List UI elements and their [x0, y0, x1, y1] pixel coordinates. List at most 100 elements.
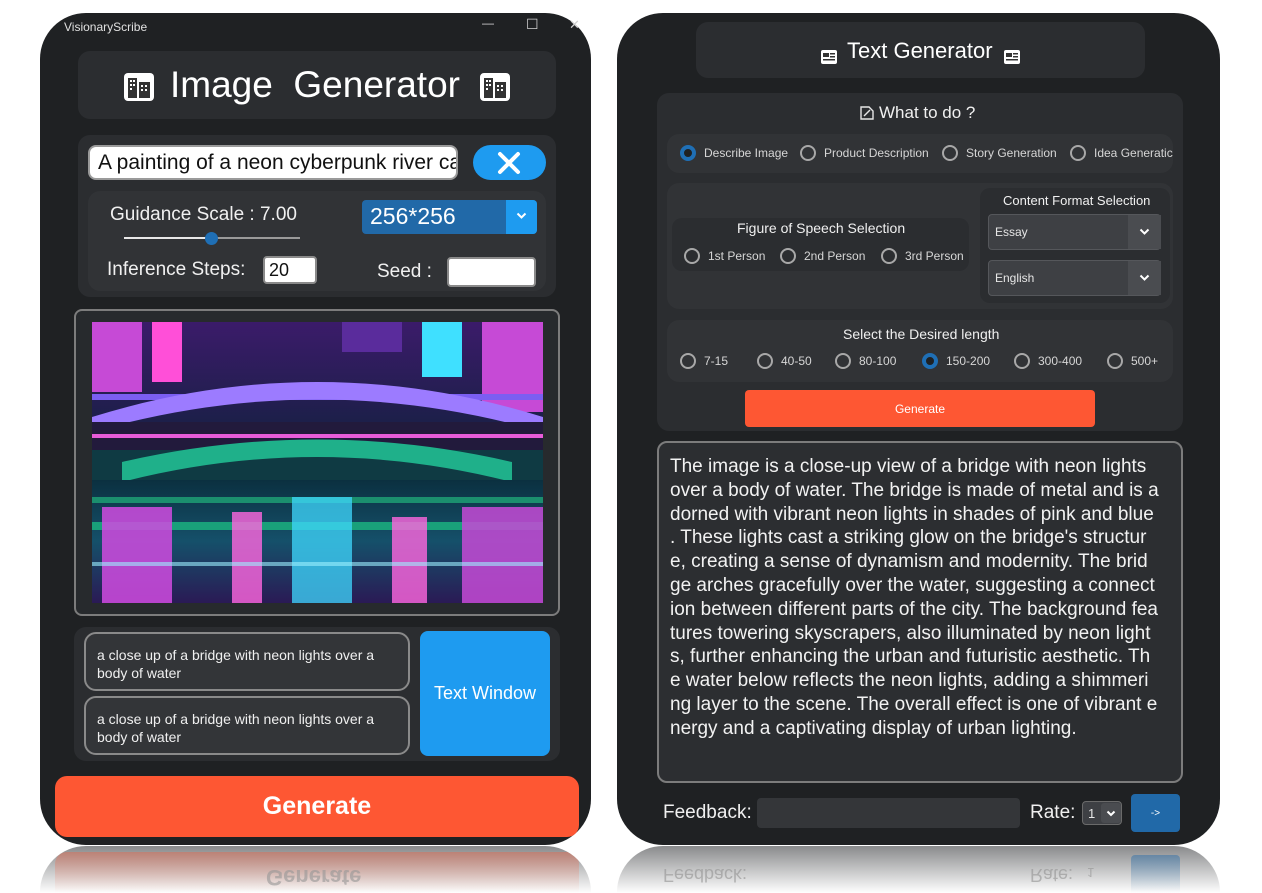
chevron-down-icon — [1106, 810, 1116, 817]
size-select-value: 256*256 — [370, 203, 456, 229]
mode-label: Story Generation — [966, 146, 1057, 160]
length-7-15[interactable]: 7-15 — [680, 353, 728, 369]
radio-icon — [1014, 353, 1030, 369]
output-line: s, further enhancing the urban and futur… — [670, 646, 1151, 668]
mode-label: Product Description — [824, 146, 929, 160]
size-select[interactable]: 256*256 — [362, 200, 537, 234]
radio-icon — [1070, 145, 1086, 161]
output-line: ge arches gracefully over the water, sug… — [670, 574, 1155, 596]
chevron-down-icon — [1139, 228, 1150, 236]
reflection-generate-text: Generate — [266, 865, 362, 890]
radio-icon — [684, 248, 700, 264]
window-title: VisionaryScribe — [64, 20, 148, 34]
format-dropdown-button[interactable] — [1128, 215, 1161, 249]
speech-label: 2nd Person — [804, 249, 866, 263]
length-40-50[interactable]: 40-50 — [757, 353, 812, 369]
length-500-plus[interactable]: 500+ — [1107, 353, 1158, 369]
seed-input[interactable] — [447, 257, 536, 287]
slider-handle[interactable] — [205, 232, 218, 245]
length-box: Select the Desired length 7-15 40-50 80-… — [667, 320, 1173, 382]
right-window-reflection: Feedback: Rate: 1 — [617, 846, 1220, 893]
mode-idea-generation[interactable]: Idea Generatic — [1070, 145, 1173, 161]
maximize-button[interactable]: ☐ — [526, 16, 539, 33]
output-line: ion between different parts of the city.… — [670, 598, 1158, 620]
caption-item[interactable]: a close up of a bridge with neon lights … — [84, 632, 410, 691]
size-dropdown-button[interactable] — [506, 200, 537, 234]
generate-text-button[interactable]: Generate — [745, 390, 1095, 427]
output-line: dorned with vibrant neon lights in shade… — [670, 503, 1154, 525]
newspaper-icon — [1003, 48, 1021, 66]
text-generator-title: Text Generator — [847, 38, 993, 63]
language-select[interactable]: English — [988, 260, 1161, 296]
text-generator-window: Text Generator What to do ? Describe Ima… — [617, 13, 1220, 845]
image-preview-frame — [74, 309, 560, 616]
length-80-100[interactable]: 80-100 — [835, 353, 896, 369]
speech-1st-person[interactable]: 1st Person — [684, 248, 765, 264]
output-line: e, creating a sense of dynamism and mode… — [670, 551, 1148, 573]
rate-select[interactable]: 1 — [1082, 801, 1122, 825]
radio-icon — [800, 145, 816, 161]
guidance-scale-label: Guidance Scale : 7.00 — [110, 204, 297, 225]
length-150-200[interactable]: 150-200 — [922, 353, 990, 369]
radio-icon — [1107, 353, 1123, 369]
chevron-down-icon — [516, 212, 527, 220]
mode-describe-image[interactable]: Describe Image — [680, 145, 788, 161]
speech-label: 1st Person — [708, 249, 766, 263]
close-button[interactable]: ✕ — [569, 17, 580, 33]
length-300-400[interactable]: 300-400 — [1014, 353, 1082, 369]
guidance-slider[interactable] — [124, 232, 300, 246]
length-title: Select the Desired length — [843, 326, 1000, 342]
output-line: The image is a close-up view of a bridge… — [670, 456, 1147, 477]
speech-title: Figure of Speech Selection — [737, 220, 906, 236]
format-box: Content Format Selection Essay English — [980, 188, 1170, 303]
length-label: 40-50 — [781, 354, 812, 368]
city-icon — [122, 69, 156, 103]
caption-item[interactable]: a close up of a bridge with neon lights … — [84, 696, 410, 755]
format-select-value: Essay — [995, 225, 1028, 239]
feedback-input[interactable] — [757, 798, 1020, 828]
radio-icon — [780, 248, 796, 264]
reflection-feedback-text: Feedback: — [663, 865, 748, 885]
generated-text-output[interactable]: The image is a close-up view of a bridge… — [657, 441, 1183, 783]
send-feedback-button[interactable]: -> — [1131, 794, 1180, 832]
output-line: e water below reflects the neon lights, … — [670, 670, 1149, 692]
radio-icon — [942, 145, 958, 161]
mode-label: Idea Generatic — [1094, 146, 1173, 160]
mode-label: Describe Image — [704, 146, 789, 160]
clear-prompt-button[interactable] — [473, 145, 546, 180]
speech-2nd-person[interactable]: 2nd Person — [780, 248, 865, 264]
rate-dropdown-button[interactable] — [1101, 803, 1121, 823]
generate-image-button[interactable]: Generate — [55, 776, 579, 837]
parameters-box: Guidance Scale : 7.00 256*256 Inference … — [88, 191, 546, 291]
radio-icon — [835, 353, 851, 369]
length-label: 80-100 — [859, 354, 897, 368]
length-label: 150-200 — [946, 354, 991, 368]
text-generator-header: Text Generator — [696, 22, 1145, 78]
output-line: over a body of water. The bridge is made… — [670, 479, 1159, 501]
mode-story-generation[interactable]: Story Generation — [942, 145, 1057, 161]
length-label: 300-400 — [1038, 354, 1083, 368]
rate-select-value: 1 — [1088, 806, 1096, 821]
newspaper-icon — [820, 48, 838, 66]
feedback-label: Feedback: — [663, 802, 752, 823]
speech-label: 3rd Person — [905, 249, 964, 263]
radio-icon — [881, 248, 897, 264]
output-line: tures towering skyscrapers, also illumin… — [670, 622, 1151, 644]
radio-selected-icon — [922, 353, 938, 369]
format-select[interactable]: Essay — [988, 214, 1161, 250]
text-window-button[interactable]: Text Window — [420, 631, 550, 756]
image-generator-title: Image Generator — [170, 64, 460, 105]
mode-product-description[interactable]: Product Description — [800, 145, 929, 161]
inference-steps-label: Inference Steps: — [107, 259, 246, 280]
prompt-input[interactable]: A painting of a neon cyberpunk river ca — [88, 145, 458, 180]
mode-radio-group: Describe Image Product Description Story… — [667, 134, 1173, 173]
radio-icon — [757, 353, 773, 369]
seed-label: Seed : — [377, 261, 432, 282]
chevron-down-icon — [1139, 274, 1150, 282]
inference-steps-input[interactable]: 20 — [263, 256, 317, 284]
speech-3rd-person[interactable]: 3rd Person — [881, 248, 964, 264]
settings-panel: A painting of a neon cyberpunk river ca … — [78, 135, 556, 297]
language-dropdown-button[interactable] — [1128, 261, 1161, 295]
minimize-button[interactable]: — — [482, 16, 494, 30]
length-label: 500+ — [1131, 354, 1159, 368]
